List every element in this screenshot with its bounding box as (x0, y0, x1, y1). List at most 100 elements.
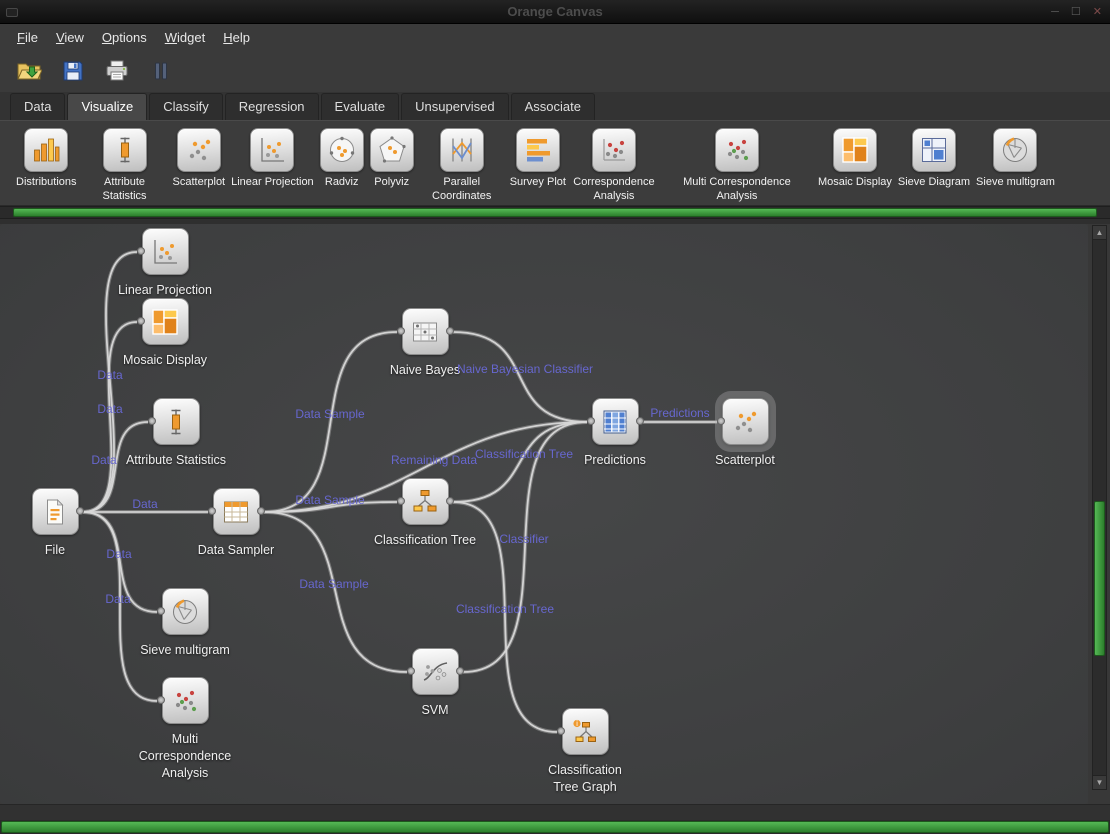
palette-item-radviz[interactable]: Radviz (320, 128, 364, 189)
node-classification-tree-graph[interactable]: iClassification Tree Graph (500, 708, 670, 796)
palette-item-polyviz[interactable]: Polyviz (370, 128, 414, 189)
input-port[interactable] (208, 507, 216, 515)
data-sampler-icon[interactable] (213, 488, 260, 535)
window-menu-icon[interactable] (6, 8, 18, 17)
palette-item-sieve-diagram[interactable]: Sieve Diagram (898, 128, 970, 189)
palette-item-label: Distributions (16, 175, 77, 189)
mosaic-display-icon[interactable] (142, 298, 189, 345)
palette-item-attribute-statistics[interactable]: Attribute Statistics (83, 128, 167, 204)
node-label: Sieve multigram (140, 642, 230, 659)
horizontal-scrollbar[interactable] (0, 820, 1110, 834)
tab-evaluate[interactable]: Evaluate (321, 93, 400, 120)
horizontal-scroll-track (0, 804, 1110, 820)
maximize-button[interactable]: ☐ (1071, 7, 1081, 18)
input-port[interactable] (397, 497, 405, 505)
menu-options[interactable]: Options (93, 27, 156, 48)
node-label: Mosaic Display (123, 352, 207, 369)
node-label: Linear Projection (118, 282, 212, 299)
node-linear-projection[interactable]: Linear Projection (80, 228, 250, 299)
pause-button[interactable] (144, 55, 178, 87)
classification-tree-graph-icon[interactable]: i (562, 708, 609, 755)
multi-correspondence-analysis-icon[interactable] (162, 677, 209, 724)
palette-scrollbar-thumb[interactable] (13, 208, 1097, 217)
output-port[interactable] (76, 507, 84, 515)
print-button[interactable] (100, 55, 134, 87)
node-label: Multi Correspondence Analysis (139, 731, 231, 782)
minimize-button[interactable]: ─ (1051, 7, 1059, 18)
input-port[interactable] (148, 417, 156, 425)
edge-label: Data Sample (299, 577, 368, 591)
palette-item-label: Polyviz (374, 175, 409, 189)
title-bar: Orange Canvas ─ ☐ ✕ (0, 0, 1110, 24)
edge-label: Classifier (499, 532, 548, 546)
output-port[interactable] (446, 327, 454, 335)
naive-bayes-icon[interactable] (402, 308, 449, 355)
tab-unsupervised[interactable]: Unsupervised (401, 93, 509, 120)
vertical-scrollbar[interactable]: ▲ ▼ (1092, 225, 1107, 790)
node-multi-correspondence-analysis[interactable]: Multi Correspondence Analysis (100, 677, 270, 782)
palette-item-mosaic-display[interactable]: Mosaic Display (818, 128, 892, 189)
output-port[interactable] (636, 417, 644, 425)
palette-item-linear-projection[interactable]: Linear Projection (231, 128, 314, 189)
input-port[interactable] (397, 327, 405, 335)
print-icon (104, 58, 130, 84)
tab-data[interactable]: Data (10, 93, 65, 120)
menu-file[interactable]: File (8, 27, 47, 48)
palette-item-label: Scatterplot (173, 175, 226, 189)
input-port[interactable] (157, 696, 165, 704)
edge-label: Data (106, 547, 131, 561)
tab-associate[interactable]: Associate (511, 93, 595, 120)
input-port[interactable] (137, 317, 145, 325)
palette-item-parallel-coordinates[interactable]: Parallel Coordinates (420, 128, 504, 204)
sieve-multigram-icon[interactable] (162, 588, 209, 635)
close-button[interactable]: ✕ (1093, 7, 1102, 18)
node-label: Classification Tree (374, 532, 476, 549)
input-port[interactable] (717, 417, 725, 425)
svm-icon[interactable] (412, 648, 459, 695)
classification-tree-icon[interactable] (402, 478, 449, 525)
scroll-down-icon[interactable]: ▼ (1093, 775, 1106, 789)
node-classification-tree[interactable]: Classification Tree (340, 478, 510, 549)
vertical-scrollbar-thumb[interactable] (1094, 501, 1105, 656)
menu-view[interactable]: View (47, 27, 93, 48)
palette-scrollbar[interactable] (0, 206, 1110, 219)
palette-item-survey-plot[interactable]: Survey Plot (510, 128, 566, 189)
predictions-icon[interactable] (592, 398, 639, 445)
file-icon[interactable] (32, 488, 79, 535)
palette-item-multi-correspondence-analysis[interactable]: Multi Correspondence Analysis (662, 128, 812, 204)
node-label: Data Sampler (198, 542, 274, 559)
menu-widget[interactable]: Widget (156, 27, 214, 48)
open-button[interactable] (12, 55, 46, 87)
output-port[interactable] (456, 667, 464, 675)
palette-item-correspondence-analysis[interactable]: Correspondence Analysis (572, 128, 656, 204)
tab-visualize[interactable]: Visualize (67, 93, 147, 120)
palette-item-distributions[interactable]: Distributions (16, 128, 77, 189)
workflow-canvas[interactable]: FileLinear ProjectionMosaic DisplayAttri… (0, 224, 1088, 804)
node-label: Predictions (584, 452, 646, 469)
scatterplot-icon[interactable] (722, 398, 769, 445)
node-mosaic-display[interactable]: Mosaic Display (80, 298, 250, 369)
input-port[interactable] (407, 667, 415, 675)
palette-item-label: Linear Projection (231, 175, 314, 189)
linear-projection-icon[interactable] (142, 228, 189, 275)
tab-classify[interactable]: Classify (149, 93, 223, 120)
attribute-statistics-icon[interactable] (153, 398, 200, 445)
palette-item-scatterplot[interactable]: Scatterplot (173, 128, 226, 189)
input-port[interactable] (157, 607, 165, 615)
tab-regression[interactable]: Regression (225, 93, 319, 120)
polyviz-icon (370, 128, 414, 172)
output-port[interactable] (257, 507, 265, 515)
save-button[interactable] (56, 55, 90, 87)
edge-label: Data (105, 592, 130, 606)
palette-item-label: Sieve multigram (976, 175, 1055, 189)
scroll-up-icon[interactable]: ▲ (1093, 226, 1106, 240)
input-port[interactable] (557, 727, 565, 735)
input-port[interactable] (587, 417, 595, 425)
edge-label: Naive Bayesian Classifier (457, 362, 593, 376)
menu-help[interactable]: Help (214, 27, 259, 48)
horizontal-scrollbar-thumb[interactable] (1, 821, 1109, 833)
palette-item-sieve-multigram[interactable]: Sieve multigram (976, 128, 1055, 189)
output-port[interactable] (446, 497, 454, 505)
input-port[interactable] (137, 247, 145, 255)
node-svm[interactable]: SVM (350, 648, 520, 719)
